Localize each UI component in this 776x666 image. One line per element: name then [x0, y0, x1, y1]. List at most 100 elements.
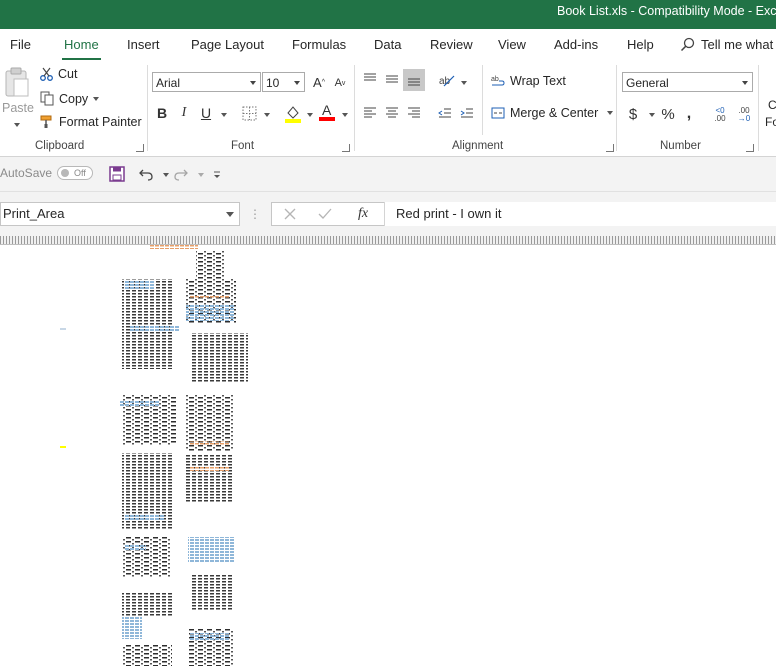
title-bar: Book List.xls - Compatibility Mode - Exc — [0, 0, 776, 29]
confirm-entry-icon[interactable] — [317, 206, 333, 222]
align-bottom-icon[interactable] — [403, 69, 425, 91]
paste-icon[interactable] — [3, 65, 31, 99]
tab-help[interactable]: Help — [627, 37, 654, 52]
orientation-dropdown-icon[interactable] — [461, 81, 467, 85]
font-size-value: 10 — [266, 76, 280, 90]
svg-text:ab: ab — [491, 76, 499, 83]
font-name-select[interactable]: Arial — [152, 72, 261, 92]
formula-bar-grip-icon[interactable]: ⋮ — [249, 206, 261, 222]
font-launcher-icon[interactable] — [342, 144, 350, 152]
borders-icon[interactable] — [240, 103, 258, 123]
format-painter-button[interactable]: Format Painter — [40, 115, 142, 129]
font-color-icon[interactable]: A — [317, 101, 337, 123]
align-left-icon[interactable] — [362, 105, 378, 121]
align-right-icon[interactable] — [406, 105, 422, 121]
group-divider — [616, 65, 617, 151]
cancel-entry-icon[interactable] — [282, 206, 298, 222]
borders-dropdown-icon[interactable] — [264, 113, 270, 117]
tab-page-layout[interactable]: Page Layout — [191, 37, 264, 52]
merge-dropdown-icon[interactable] — [607, 111, 614, 115]
clipboard-launcher-icon[interactable] — [136, 144, 144, 152]
tab-home[interactable]: Home — [62, 37, 101, 60]
clipboard-group-label: Clipboard — [35, 140, 85, 152]
window-title: Book List.xls - Compatibility Mode - Exc — [557, 4, 776, 18]
number-launcher-icon[interactable] — [746, 144, 754, 152]
lightbulb-search-icon — [680, 37, 695, 52]
paste-button[interactable]: Paste — [2, 101, 34, 115]
align-top-icon[interactable] — [362, 71, 378, 87]
autosave-toggle[interactable]: Off — [57, 166, 93, 180]
autosave-toggle-label: Off — [74, 168, 86, 178]
paste-dropdown-icon[interactable] — [14, 123, 20, 127]
tab-insert[interactable]: Insert — [127, 37, 160, 52]
align-middle-icon[interactable] — [384, 71, 400, 87]
comma-style-icon[interactable]: , — [682, 104, 696, 124]
wrap-text-label: Wrap Text — [510, 74, 566, 88]
tab-add-ins[interactable]: Add-ins — [554, 37, 598, 52]
font-color-dropdown-icon[interactable] — [342, 113, 348, 117]
tab-formulas[interactable]: Formulas — [292, 37, 346, 52]
percent-style-icon[interactable]: % — [659, 104, 677, 124]
copy-dropdown-icon[interactable] — [93, 96, 100, 101]
copy-icon — [40, 91, 54, 106]
column-headers — [0, 236, 776, 245]
increase-indent-icon[interactable] — [459, 105, 475, 121]
chevron-down-icon — [294, 81, 300, 85]
chevron-down-icon — [226, 212, 234, 217]
merge-center-label: Merge & Center — [510, 106, 599, 120]
formula-content: Red print - I own it — [396, 206, 502, 221]
orientation-icon[interactable]: ab — [437, 71, 457, 89]
number-format-select[interactable]: General — [622, 72, 753, 92]
redo-dropdown-icon[interactable] — [198, 173, 204, 177]
tell-me-search[interactable]: Tell me what — [680, 37, 773, 52]
decrease-indent-icon[interactable] — [437, 105, 453, 121]
conditional-formatting-clip-1[interactable]: C — [768, 98, 776, 112]
bold-icon[interactable]: B — [154, 103, 170, 123]
chevron-down-icon — [250, 81, 256, 85]
fill-color-icon[interactable] — [283, 103, 303, 125]
cut-button[interactable]: Cut — [40, 67, 77, 81]
fill-color-dropdown-icon[interactable] — [307, 113, 313, 117]
conditional-formatting-clip-2[interactable]: Fo — [765, 115, 776, 129]
align-center-icon[interactable] — [384, 105, 400, 121]
font-size-select[interactable]: 10 — [262, 72, 305, 92]
chevron-down-icon — [742, 81, 748, 85]
group-divider — [758, 65, 759, 151]
wrap-text-button[interactable]: ab Wrap Text — [491, 74, 566, 88]
tab-view[interactable]: View — [498, 37, 526, 52]
name-box-value: Print_Area — [3, 206, 65, 221]
quick-access-toolbar: AutoSave Off — [0, 157, 776, 192]
customize-qat-icon[interactable] — [211, 168, 223, 182]
redo-icon[interactable] — [172, 165, 190, 183]
alignment-group-label: Alignment — [452, 140, 504, 152]
accounting-dropdown-icon[interactable] — [649, 113, 655, 117]
save-icon[interactable] — [108, 165, 126, 183]
formula-input[interactable]: Red print - I own it — [384, 202, 776, 226]
cut-label: Cut — [58, 67, 78, 81]
insert-function-label: fx — [357, 206, 369, 221]
undo-icon[interactable] — [137, 165, 155, 183]
decrease-decimal-icon[interactable]: .00 →0 — [734, 105, 754, 125]
tab-review[interactable]: Review — [430, 37, 473, 52]
accounting-format-icon[interactable]: $ — [626, 104, 640, 124]
undo-dropdown-icon[interactable] — [163, 173, 169, 177]
alignment-launcher-icon[interactable] — [606, 144, 614, 152]
name-box[interactable]: Print_Area — [0, 202, 240, 226]
copy-button[interactable]: Copy — [40, 91, 100, 106]
tab-data[interactable]: Data — [374, 37, 401, 52]
increase-font-size-icon[interactable]: A ^ — [310, 72, 328, 92]
italic-icon[interactable]: I — [176, 103, 192, 123]
increase-decimal-icon[interactable]: <0.00 — [710, 105, 730, 125]
tab-file[interactable]: File — [10, 37, 31, 52]
worksheet-grid[interactable] — [0, 245, 776, 666]
zoomed-out-cells — [60, 245, 248, 666]
wrap-text-icon: ab — [491, 76, 505, 86]
paintbrush-icon — [40, 115, 52, 128]
underline-icon[interactable]: U — [197, 103, 215, 123]
decrease-font-size-icon[interactable]: Av — [331, 73, 349, 93]
toggle-knob — [61, 169, 69, 177]
merge-center-button[interactable]: Merge & Center — [491, 106, 614, 120]
underline-dropdown-icon[interactable] — [221, 113, 227, 117]
number-format-value: General — [626, 76, 669, 90]
insert-function-icon[interactable]: fx — [354, 205, 372, 223]
